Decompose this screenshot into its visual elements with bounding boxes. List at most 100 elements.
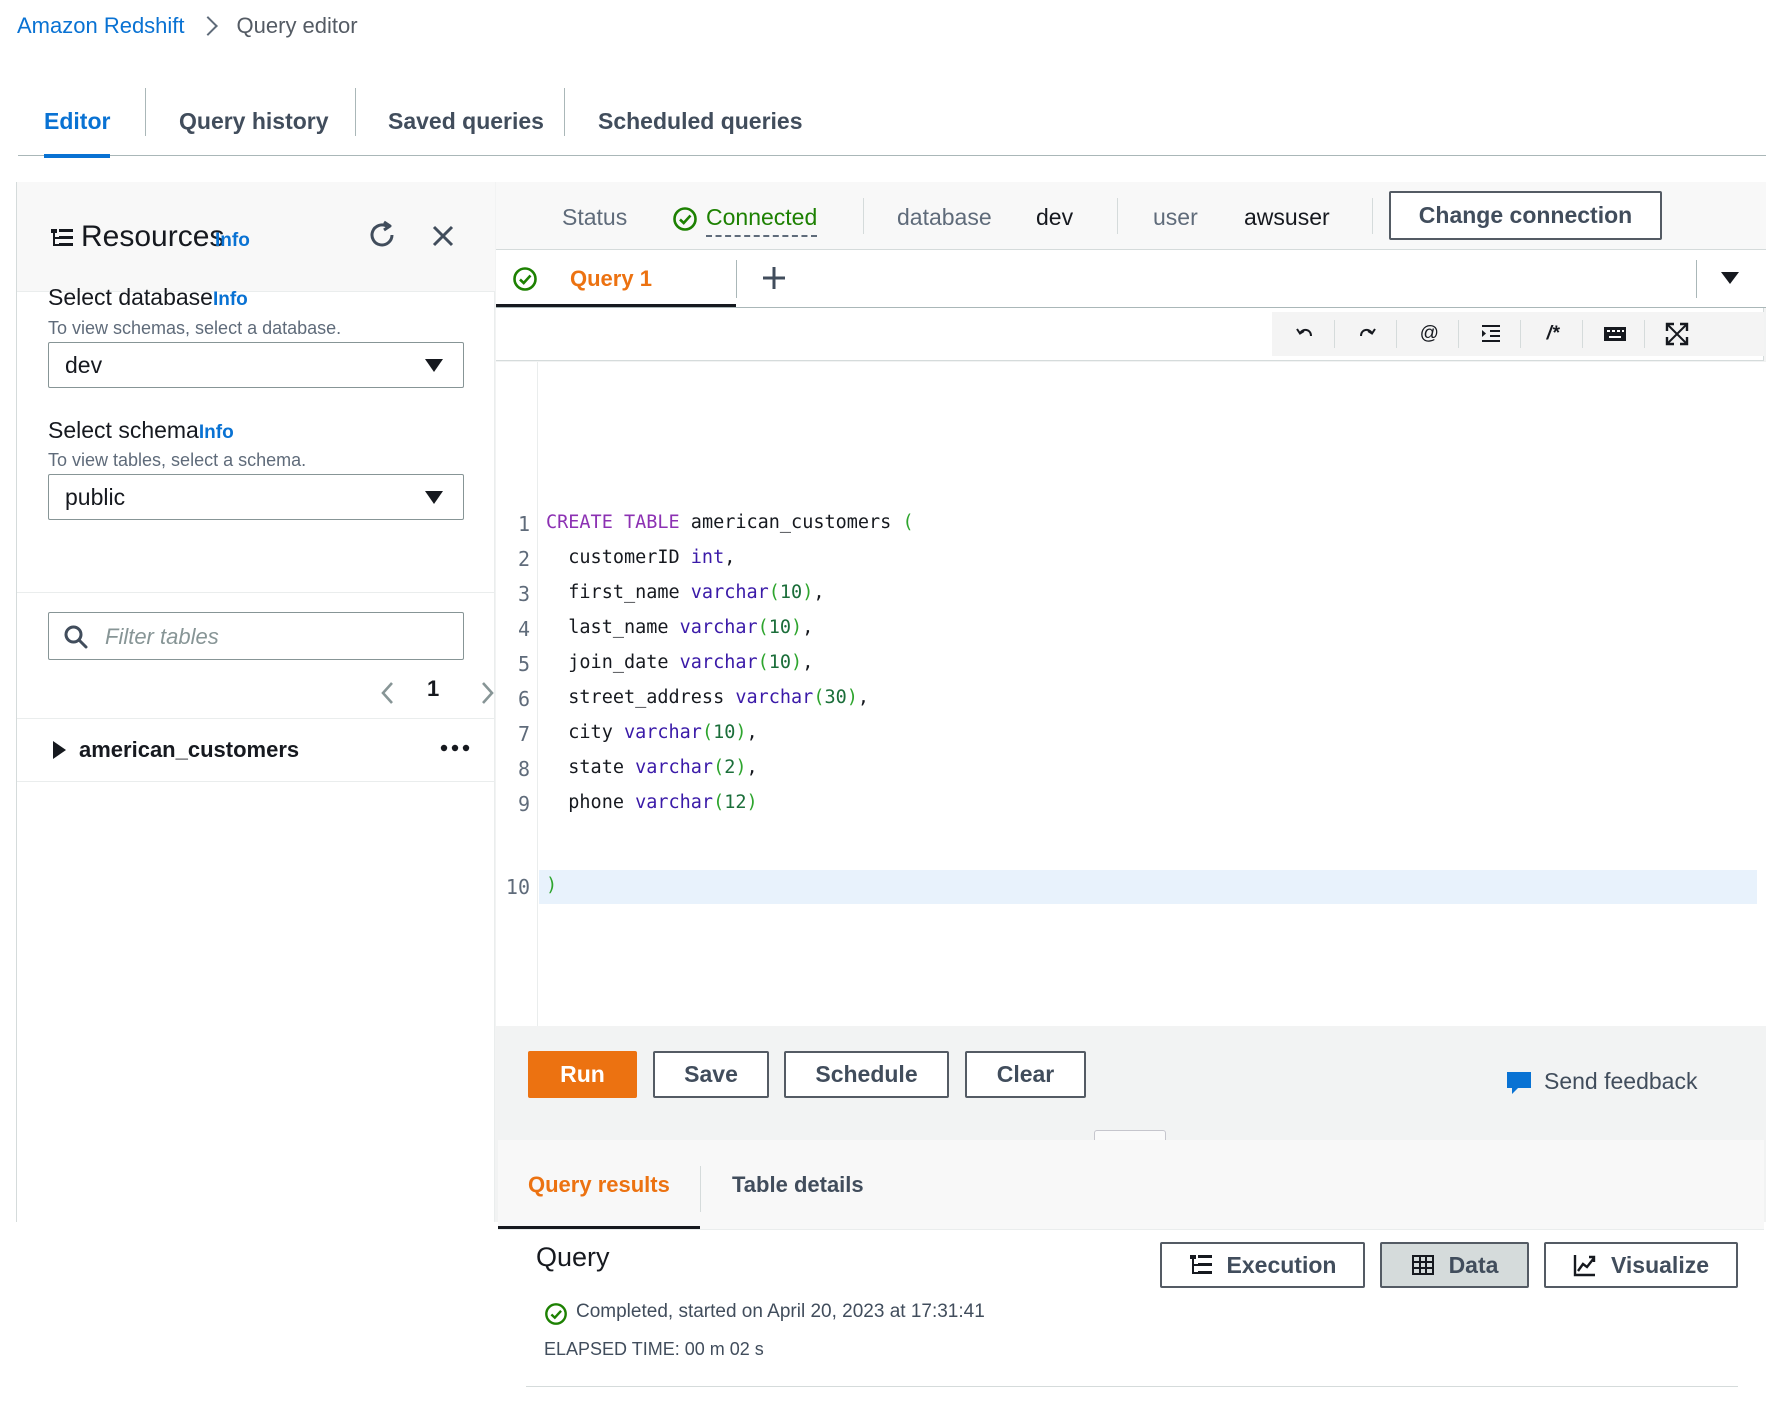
line-number: 7 xyxy=(517,722,530,746)
search-icon xyxy=(64,625,88,649)
query-status-text: Completed, started on April 20, 2023 at … xyxy=(576,1301,985,1322)
line-number: 10 xyxy=(505,875,530,899)
schedule-button[interactable]: Schedule xyxy=(784,1051,949,1098)
status-label: Status xyxy=(562,204,628,230)
tab-separator xyxy=(564,88,565,136)
send-feedback-link[interactable]: Send feedback xyxy=(1544,1068,1697,1095)
tab-separator xyxy=(145,88,146,136)
plus-icon[interactable] xyxy=(760,264,788,292)
check-circle-icon xyxy=(545,1303,567,1325)
tab-query-1[interactable]: Query 1 xyxy=(570,266,652,292)
elapsed-time-text: ELAPSED TIME: 00 m 02 s xyxy=(544,1339,764,1359)
change-connection-button[interactable]: Change connection xyxy=(1389,191,1662,240)
breadcrumb-redshift-link[interactable]: Amazon Redshift xyxy=(17,13,185,39)
visualize-button[interactable]: Visualize xyxy=(1544,1242,1738,1288)
tab-editor[interactable]: Editor xyxy=(44,86,111,158)
redo-icon[interactable] xyxy=(1342,316,1392,352)
comment-icon[interactable]: /* xyxy=(1528,316,1578,352)
user-value: awsuser xyxy=(1244,204,1330,230)
editor-panel: Status Connected database dev user awsus… xyxy=(496,182,1766,1404)
toolbar-separator xyxy=(1396,320,1397,348)
feedback-icon[interactable] xyxy=(1506,1070,1532,1096)
tab-separator xyxy=(355,88,356,136)
resources-panel: Resources Info Select databaseInfo To vi… xyxy=(17,182,495,1222)
more-actions-icon[interactable] xyxy=(437,735,473,761)
data-button-label: Data xyxy=(1448,1251,1499,1278)
check-circle-icon xyxy=(513,267,537,291)
line-number: 5 xyxy=(517,652,530,676)
table-grid-icon xyxy=(1411,1255,1434,1275)
run-button[interactable]: Run xyxy=(528,1051,637,1098)
caret-down-icon xyxy=(425,491,443,504)
table-row[interactable]: american_customers xyxy=(17,718,495,782)
tab-table-details[interactable]: Table details xyxy=(732,1172,864,1198)
line-chart-icon xyxy=(1573,1255,1596,1277)
tab-separator xyxy=(1696,260,1697,298)
select-database-info-link[interactable]: Info xyxy=(213,289,248,310)
code-line: join_date varchar(10), xyxy=(546,652,814,673)
tab-query-history[interactable]: Query history xyxy=(179,86,329,156)
connection-status-value[interactable]: Connected xyxy=(706,204,818,237)
select-database-hint: To view schemas, select a database. xyxy=(48,318,342,338)
select-database-label: Select databaseInfo xyxy=(48,284,248,311)
save-button[interactable]: Save xyxy=(653,1051,769,1098)
line-number: 4 xyxy=(517,617,530,641)
resources-title: Resources xyxy=(81,220,225,253)
select-schema-label-text: Select schema xyxy=(48,417,199,443)
divider xyxy=(17,592,495,593)
page-number[interactable]: 1 xyxy=(427,676,439,702)
toolbar-separator xyxy=(1520,320,1521,348)
at-sign-icon[interactable]: @ xyxy=(1404,316,1454,352)
select-schema-info-link[interactable]: Info xyxy=(199,422,234,443)
indent-icon[interactable] xyxy=(1466,316,1516,352)
query-actions-bar: Run Save Schedule Clear Send feedback xyxy=(496,1026,1766,1143)
undo-icon[interactable] xyxy=(1280,316,1330,352)
tab-saved-queries[interactable]: Saved queries xyxy=(388,86,544,156)
caret-down-icon xyxy=(425,359,443,372)
schema-select[interactable]: public xyxy=(48,474,464,520)
editor-toolbar: @ /* xyxy=(496,308,1764,361)
close-icon[interactable] xyxy=(429,222,457,250)
top-tabs: Editor Query history Saved queries Sched… xyxy=(18,86,1766,158)
filter-tables-input[interactable]: Filter tables xyxy=(48,612,464,660)
tree-structure-icon xyxy=(51,229,73,246)
select-database-label-text: Select database xyxy=(48,284,213,310)
fullscreen-icon[interactable] xyxy=(1652,316,1702,352)
result-tabs: Query results Table details xyxy=(498,1140,1764,1230)
status-separator xyxy=(1117,198,1118,234)
table-name[interactable]: american_customers xyxy=(79,737,299,763)
execution-button[interactable]: Execution xyxy=(1160,1242,1365,1288)
divider xyxy=(526,1386,1738,1387)
database-value: dev xyxy=(1036,204,1074,230)
chevron-left-icon[interactable] xyxy=(373,678,403,708)
caret-right-icon[interactable] xyxy=(53,741,66,759)
query-tabs: Query 1 xyxy=(496,250,1766,308)
code-line: customerID int, xyxy=(546,547,736,568)
keyboard-icon[interactable] xyxy=(1590,316,1640,352)
clear-button[interactable]: Clear xyxy=(965,1051,1086,1098)
code-line: ) xyxy=(546,875,558,896)
sql-code-editor[interactable]: 1 2 3 4 5 6 7 8 9 10 CREATE TABLE americ… xyxy=(496,362,1766,1026)
toolbar-separator xyxy=(1334,320,1335,348)
resources-header: Resources Info xyxy=(17,182,495,292)
resources-info-link[interactable]: Info xyxy=(215,230,250,252)
code-line: phone varchar(12) xyxy=(546,792,758,813)
data-button[interactable]: Data xyxy=(1380,1242,1529,1288)
caret-down-icon[interactable] xyxy=(1721,272,1739,284)
database-select[interactable]: dev xyxy=(48,342,464,388)
line-number: 9 xyxy=(517,792,530,816)
refresh-icon[interactable] xyxy=(365,218,399,252)
active-tab-indicator xyxy=(498,1226,700,1229)
tab-scheduled-queries[interactable]: Scheduled queries xyxy=(598,86,803,156)
tab-query-results[interactable]: Query results xyxy=(528,1172,670,1198)
code-line: last_name varchar(10), xyxy=(546,617,814,638)
toolbar-separator xyxy=(1458,320,1459,348)
status-separator xyxy=(863,198,864,234)
line-number: 1 xyxy=(517,512,530,536)
results-title: Query xyxy=(536,1242,610,1272)
active-line-highlight xyxy=(539,870,1757,904)
schema-select-value: public xyxy=(65,484,126,510)
toolbar-separator xyxy=(1644,320,1645,348)
chevron-right-icon xyxy=(197,16,218,36)
line-number: 8 xyxy=(517,757,530,781)
